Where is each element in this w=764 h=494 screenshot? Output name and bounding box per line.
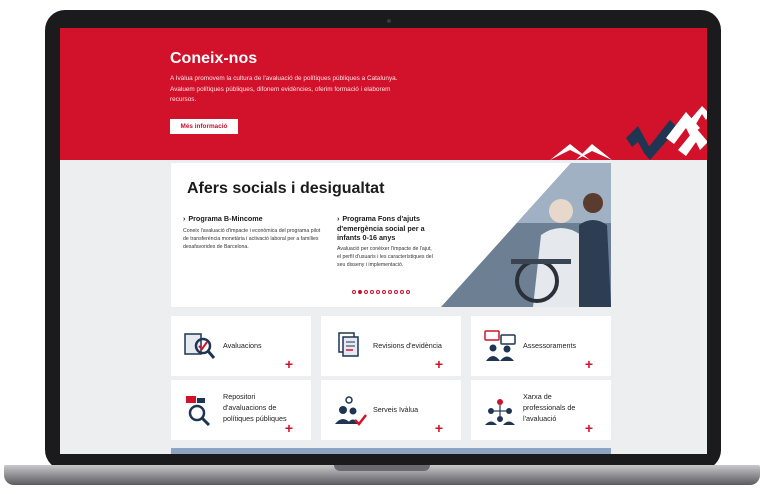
card-assessoraments[interactable]: Assessoraments +	[471, 316, 611, 376]
more-info-button[interactable]: Més informació	[170, 119, 238, 134]
plus-icon[interactable]: +	[585, 357, 593, 371]
card-xarxa-professionals[interactable]: Xarxa de professionals de l'avaluació +	[471, 380, 611, 440]
carousel-dot[interactable]	[358, 290, 362, 294]
carousel-dot[interactable]	[382, 290, 386, 294]
card-label: Revisions d'evidència	[373, 341, 442, 350]
carousel-dot[interactable]	[394, 290, 398, 294]
people-chat-icon	[484, 330, 516, 361]
chevron-right-icon: ›	[183, 216, 186, 223]
feature-item-b-mincome[interactable]: › Programa B-Mincome Coneix l'avaluació d…	[183, 214, 323, 252]
item-description: Coneix l'avaluació d'impacte i econòmica…	[183, 228, 321, 251]
hero-title: Coneix-nos	[170, 50, 258, 67]
card-label: Avaluacions	[223, 341, 262, 350]
item-description: Avaluació per conèixer l'impacte de l'aj…	[337, 246, 433, 269]
plus-icon[interactable]: +	[435, 421, 443, 435]
card-label: Serveis Ivàlua	[373, 405, 419, 414]
carousel-dot[interactable]	[352, 290, 356, 294]
bottom-strip	[171, 448, 611, 454]
featured-carousel: Afers socials i desigualtat › Programa B-…	[171, 163, 611, 307]
carousel-dot[interactable]	[388, 290, 392, 294]
card-label: Assessoraments	[523, 341, 577, 350]
website-screen: Coneix-nos A Ivàlua promovem la cultura …	[60, 28, 707, 454]
decorative-chevrons-icon	[550, 106, 707, 160]
carousel-dot[interactable]	[400, 290, 404, 294]
plus-icon[interactable]: +	[435, 357, 443, 371]
plus-icon[interactable]: +	[285, 357, 293, 371]
chevron-right-icon: ›	[337, 216, 340, 223]
card-serveis-ivalua[interactable]: Serveis Ivàlua +	[321, 380, 461, 440]
carousel-dots	[352, 290, 410, 294]
hero-description: A Ivàlua promovem la cultura de l'avalua…	[170, 75, 398, 103]
documents-stack-icon	[338, 332, 359, 357]
camera-icon	[387, 19, 391, 23]
item-title: Programa B-Mincome	[188, 214, 263, 223]
hero-banner: Coneix-nos A Ivàlua promovem la cultura …	[60, 28, 707, 160]
carousel-dot[interactable]	[370, 290, 374, 294]
carousel-dot[interactable]	[364, 290, 368, 294]
search-repository-icon	[186, 396, 211, 426]
card-repositori[interactable]: Repositori d'avaluacions de polítiques p…	[171, 380, 311, 440]
feature-item-fons-ajuts[interactable]: › Programa Fons d'ajuts d'emergència soci…	[337, 214, 437, 270]
card-avaluacions[interactable]: Avaluacions +	[171, 316, 311, 376]
feature-title: Afers socials i desigualtat	[187, 180, 385, 197]
people-gear-check-icon	[335, 396, 367, 426]
carousel-dot[interactable]	[406, 290, 410, 294]
magnifier-document-icon	[184, 333, 216, 359]
network-people-icon	[485, 399, 515, 425]
plus-icon[interactable]: +	[585, 421, 593, 435]
card-revisions-evidencia[interactable]: Revisions d'evidència +	[321, 316, 461, 376]
plus-icon[interactable]: +	[285, 421, 293, 435]
laptop-notch	[334, 465, 430, 471]
item-title: Programa Fons d'ajuts d'emergència socia…	[337, 214, 425, 242]
carousel-dot[interactable]	[376, 290, 380, 294]
feature-photo	[441, 163, 611, 307]
